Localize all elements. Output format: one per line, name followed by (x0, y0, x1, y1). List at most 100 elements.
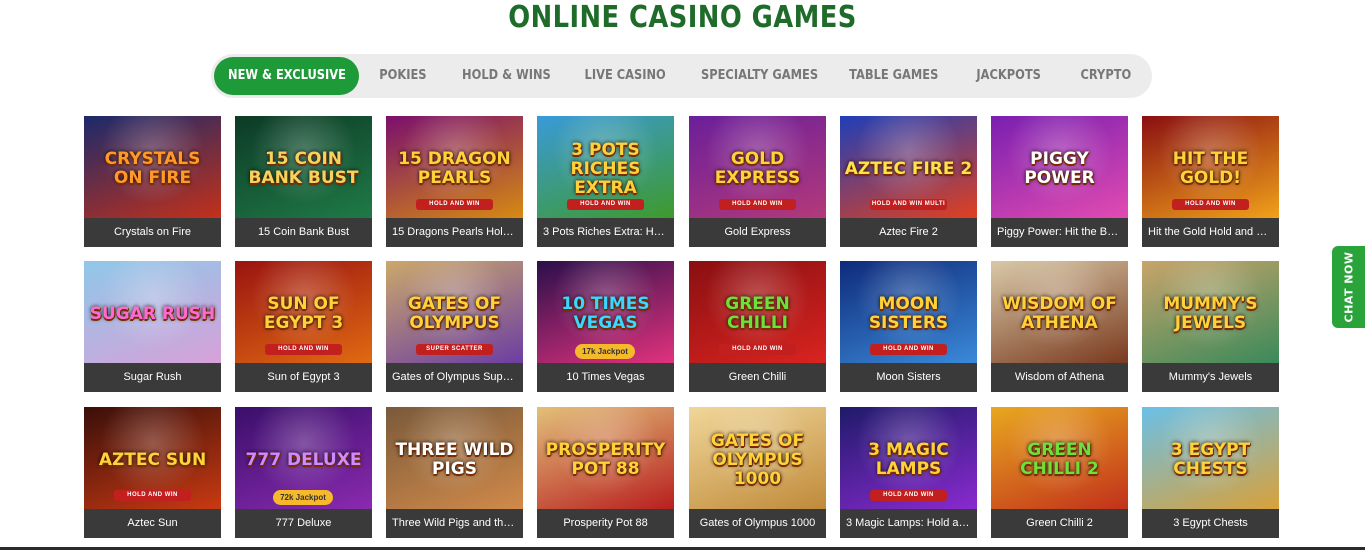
game-thumbnail[interactable]: 15 Coin Bank Bust (235, 116, 372, 218)
game-tile[interactable]: Crystals on Fire Crystals on Fire (84, 116, 221, 247)
tab-label: TABLE GAMES (849, 68, 939, 83)
game-tile[interactable]: Gates of Olympus 1000 Gates of Olympus 10… (689, 407, 826, 538)
game-thumbnail[interactable]: 3 Egypt Chests (1142, 407, 1279, 509)
tab-label: JACKPOTS (976, 68, 1042, 83)
tab-new-exclusive[interactable]: NEW & EXCLUSIVE (214, 57, 359, 95)
tab-live-casino[interactable]: LIVE CASINO (577, 57, 673, 95)
game-logo-subtitle: HOLD AND WIN (265, 344, 342, 355)
tab-label: HOLD & WINS (462, 68, 551, 83)
tab-table-games[interactable]: TABLE GAMES (841, 57, 947, 95)
game-tile[interactable]: 3 Magic Lamps HOLD AND WIN 3 Magic Lamps: … (840, 407, 977, 538)
game-thumbnail[interactable]: Gold Express HOLD AND WIN (689, 116, 826, 218)
tab-hold-wins[interactable]: HOLD & WINS (456, 57, 556, 95)
game-logo: Mummy's Jewels (1163, 294, 1258, 333)
game-title[interactable]: 15 Dragons Pearls Hold and Win (386, 218, 523, 247)
game-tile[interactable]: Hit the Gold! HOLD AND WIN Hit the Gold Ho… (1142, 116, 1279, 247)
game-title[interactable]: 777 Deluxe (235, 509, 372, 538)
game-title[interactable]: Gates of Olympus Super Scatter (386, 363, 523, 392)
game-logo: Three Wild Pigs (395, 440, 514, 479)
game-thumbnail[interactable]: 10 Times Vegas 17k Jackpot (537, 261, 674, 363)
game-tile[interactable]: Three Wild Pigs Three Wild Pigs and the B… (386, 407, 523, 538)
game-tile[interactable]: 3 Pots Riches Extra HOLD AND WIN 3 Pots Ri… (537, 116, 674, 247)
game-tile[interactable]: Green Chilli 2 Green Chilli 2 (991, 407, 1128, 538)
game-tile[interactable]: 3 Egypt Chests 3 Egypt Chests (1142, 407, 1279, 538)
game-title[interactable]: Mummy's Jewels (1142, 363, 1279, 392)
game-thumbnail[interactable]: Aztec Sun HOLD AND WIN (84, 407, 221, 509)
game-thumbnail[interactable]: Aztec Fire 2 HOLD AND WIN MULTI (840, 116, 977, 218)
game-tile[interactable]: 777 Deluxe 72k Jackpot 777 Deluxe (235, 407, 372, 538)
game-thumbnail[interactable]: 777 Deluxe 72k Jackpot (235, 407, 372, 509)
game-tile[interactable]: Prosperity Pot 88 Prosperity Pot 88 (537, 407, 674, 538)
game-logo: Aztec Sun (98, 449, 207, 470)
game-thumbnail[interactable]: Green Chilli 2 (991, 407, 1128, 509)
game-title[interactable]: Sun of Egypt 3 (235, 363, 372, 392)
game-logo: 777 Deluxe (245, 449, 362, 470)
game-tile[interactable]: 15 Coin Bank Bust 15 Coin Bank Bust (235, 116, 372, 247)
game-title[interactable]: Gold Express (689, 218, 826, 247)
game-thumbnail[interactable]: Three Wild Pigs (386, 407, 523, 509)
game-logo: 15 Dragon Pearls (398, 149, 511, 188)
game-logo-subtitle: HOLD AND WIN MULTI (870, 199, 947, 210)
game-thumbnail[interactable]: Moon Sisters HOLD AND WIN (840, 261, 977, 363)
game-logo: Piggy Power (1024, 149, 1095, 188)
game-title[interactable]: Three Wild Pigs and the Big Bad Wolf (386, 509, 523, 538)
game-title[interactable]: Hit the Gold Hold and Win (1142, 218, 1279, 247)
game-title[interactable]: 3 Magic Lamps: Hold and Win (840, 509, 977, 538)
game-title[interactable]: Green Chilli (689, 363, 826, 392)
tab-pokies[interactable]: POKIES (367, 57, 439, 95)
game-tile[interactable]: Moon Sisters HOLD AND WIN Moon Sisters (840, 261, 977, 392)
tab-crypto[interactable]: CRYPTO (1071, 57, 1141, 95)
game-title[interactable]: Wisdom of Athena (991, 363, 1128, 392)
game-logo: Gates of Olympus 1000 (710, 430, 805, 489)
game-thumbnail[interactable]: 3 Pots Riches Extra HOLD AND WIN (537, 116, 674, 218)
game-title[interactable]: 3 Pots Riches Extra: Hold and Win (537, 218, 674, 247)
game-thumbnail[interactable]: Sun of Egypt 3 HOLD AND WIN (235, 261, 372, 363)
game-logo-subtitle: HOLD AND WIN (114, 490, 191, 501)
game-logo-subtitle: HOLD AND WIN (870, 344, 947, 355)
game-thumbnail[interactable]: Mummy's Jewels (1142, 261, 1279, 363)
game-thumbnail[interactable]: Sugar Rush (84, 261, 221, 363)
game-logo-subtitle: HOLD AND WIN (719, 344, 796, 355)
game-title[interactable]: Aztec Fire 2 (840, 218, 977, 247)
game-tile[interactable]: Sun of Egypt 3 HOLD AND WIN Sun of Egypt 3 (235, 261, 372, 392)
game-thumbnail[interactable]: 3 Magic Lamps HOLD AND WIN (840, 407, 977, 509)
game-thumbnail[interactable]: Crystals on Fire (84, 116, 221, 218)
game-tile[interactable]: 10 Times Vegas 17k Jackpot 10 Times Vegas (537, 261, 674, 392)
game-title[interactable]: Aztec Sun (84, 509, 221, 538)
game-logo: Green Chilli (725, 294, 790, 333)
game-title[interactable]: Piggy Power: Hit the Bonus (991, 218, 1128, 247)
game-logo: Aztec Fire 2 (844, 158, 973, 179)
game-thumbnail[interactable]: Wisdom of Athena (991, 261, 1128, 363)
game-title[interactable]: Sugar Rush (84, 363, 221, 392)
game-tile[interactable]: Piggy Power Piggy Power: Hit the Bonus (991, 116, 1128, 247)
game-thumbnail[interactable]: 15 Dragon Pearls HOLD AND WIN (386, 116, 523, 218)
game-title[interactable]: 15 Coin Bank Bust (235, 218, 372, 247)
game-title[interactable]: Gates of Olympus 1000 (689, 509, 826, 538)
game-logo-subtitle: HOLD AND WIN (567, 199, 644, 210)
game-title[interactable]: Crystals on Fire (84, 218, 221, 247)
game-title[interactable]: 10 Times Vegas (537, 363, 674, 392)
game-thumbnail[interactable]: Prosperity Pot 88 (537, 407, 674, 509)
game-title[interactable]: Green Chilli 2 (991, 509, 1128, 538)
game-tile[interactable]: Green Chilli HOLD AND WIN Green Chilli (689, 261, 826, 392)
game-tile[interactable]: Gates of Olympus SUPER SCATTER Gates of Ol… (386, 261, 523, 392)
game-title[interactable]: Moon Sisters (840, 363, 977, 392)
tab-label: LIVE CASINO (584, 68, 666, 83)
tab-specialty-games[interactable]: SPECIALTY GAMES (693, 57, 821, 95)
game-thumbnail[interactable]: Hit the Gold! HOLD AND WIN (1142, 116, 1279, 218)
game-tile[interactable]: Mummy's Jewels Mummy's Jewels (1142, 261, 1279, 392)
game-title[interactable]: Prosperity Pot 88 (537, 509, 674, 538)
game-thumbnail[interactable]: Gates of Olympus SUPER SCATTER (386, 261, 523, 363)
game-thumbnail[interactable]: Green Chilli HOLD AND WIN (689, 261, 826, 363)
game-tile[interactable]: Wisdom of Athena Wisdom of Athena (991, 261, 1128, 392)
game-tile[interactable]: Sugar Rush Sugar Rush (84, 261, 221, 392)
game-title[interactable]: 3 Egypt Chests (1142, 509, 1279, 538)
tab-jackpots[interactable]: JACKPOTS (967, 57, 1051, 95)
game-tile[interactable]: Gold Express HOLD AND WIN Gold Express (689, 116, 826, 247)
game-thumbnail[interactable]: Piggy Power (991, 116, 1128, 218)
game-tile[interactable]: 15 Dragon Pearls HOLD AND WIN 15 Dragons P… (386, 116, 523, 247)
chat-now-button[interactable]: CHAT NOW (1332, 246, 1365, 328)
game-tile[interactable]: Aztec Sun HOLD AND WIN Aztec Sun (84, 407, 221, 538)
game-thumbnail[interactable]: Gates of Olympus 1000 (689, 407, 826, 509)
game-tile[interactable]: Aztec Fire 2 HOLD AND WIN MULTI Aztec Fire… (840, 116, 977, 247)
